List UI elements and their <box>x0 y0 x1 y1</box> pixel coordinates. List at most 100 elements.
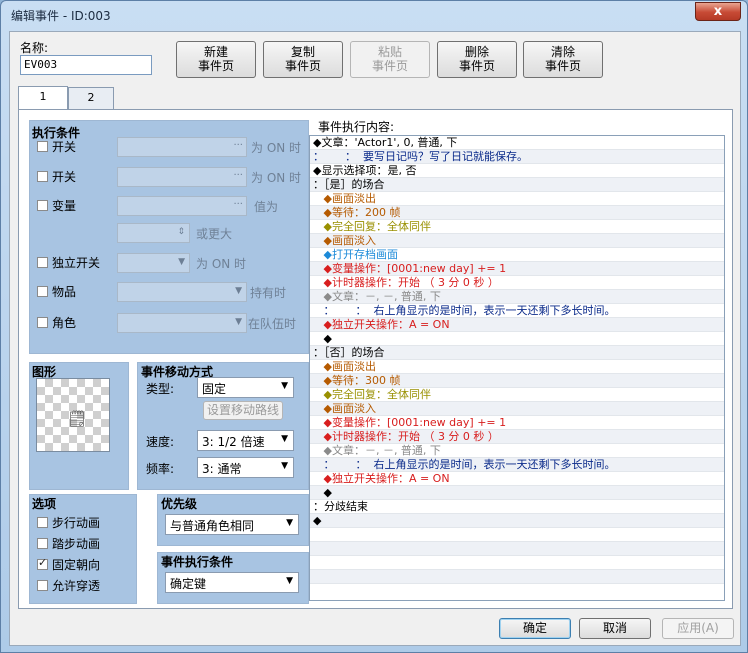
event-command-line[interactable]: ： ： 要写日记吗？写了日记就能保存。 <box>310 150 724 164</box>
switch2-checkbox[interactable] <box>37 171 48 182</box>
item-checkbox[interactable] <box>37 286 48 297</box>
priority-value: 与普通角色相同 <box>170 519 255 533</box>
event-command-line[interactable]: ◆画面淡入 <box>310 402 724 416</box>
cancel-button[interactable]: 取消 <box>579 618 651 639</box>
event-command-line[interactable]: ◆变量操作：[0001:new day] += 1 <box>310 262 724 276</box>
tab-page-2[interactable]: 2 <box>68 87 114 109</box>
variable-checkbox[interactable] <box>37 200 48 211</box>
chevron-down-icon: ▼ <box>286 518 293 528</box>
window-title: 编辑事件 - ID:003 <box>11 9 111 23</box>
event-command-line[interactable] <box>310 542 724 556</box>
ellipsis-icon: ··· <box>233 199 243 210</box>
event-command-line[interactable]: ：［是］的场合 <box>310 178 724 192</box>
event-command-line[interactable]: ：［否］的场合 <box>310 346 724 360</box>
title-bar[interactable]: 编辑事件 - ID:003 x <box>1 1 747 29</box>
event-command-line[interactable]: ◆显示选择项：是, 否 <box>310 164 724 178</box>
frequency-label: 频率: <box>146 462 175 476</box>
new-page-label1: 新建 <box>203 45 228 59</box>
priority-select[interactable]: 与普通角色相同 ▼ <box>165 514 299 535</box>
apply-button[interactable]: 应用(A) <box>662 618 734 639</box>
speed-value: 3: 1/2 倍速 <box>202 435 265 449</box>
through-label: 允许穿透 <box>52 579 101 593</box>
event-sprite-icon: 🗒 <box>67 409 88 428</box>
clear-page-button[interactable]: 清除 事件页 <box>523 41 603 78</box>
move-type-value: 固定 <box>202 382 227 396</box>
self-switch-hint: 为 ON 时 <box>196 257 247 271</box>
switch2-field[interactable]: ··· <box>117 167 247 187</box>
trigger-select[interactable]: 确定键 ▼ <box>165 572 299 593</box>
event-command-line[interactable]: ： ： 右上角显示的是时间，表示一天还剩下多长时间。 <box>310 304 724 318</box>
self-switch-label: 独立开关 <box>52 256 101 270</box>
ok-button[interactable]: 确定 <box>499 618 571 639</box>
direction-fix-checkbox[interactable] <box>37 556 48 570</box>
delete-page-button[interactable]: 删除 事件页 <box>437 41 517 78</box>
event-command-line[interactable]: ◆ <box>310 514 724 528</box>
tab-page-1[interactable]: 1 <box>18 86 68 110</box>
walking-anim-label: 步行动画 <box>52 516 101 530</box>
event-contents-list[interactable]: ◆文章：'Actor1', 0, 普通, 下： ： 要写日记吗？写了日记就能保存… <box>309 135 725 601</box>
event-command-line[interactable]: ： ： 右上角显示的是时间，表示一天还剩下多长时间。 <box>310 458 724 472</box>
priority-group: 优先级 与普通角色相同 ▼ <box>157 494 309 546</box>
event-command-line[interactable]: ◆画面淡出 <box>310 192 724 206</box>
variable-field[interactable]: ··· <box>117 196 247 216</box>
paste-page-button[interactable]: 粘贴 事件页 <box>350 41 430 78</box>
item-select[interactable]: ▼ <box>117 282 247 302</box>
item-label: 物品 <box>52 285 77 299</box>
direction-fix-label: 固定朝向 <box>52 558 101 572</box>
actor-select[interactable]: ▼ <box>117 313 247 333</box>
variable-label: 变量 <box>52 199 77 213</box>
event-command-line[interactable]: ◆画面淡入 <box>310 234 724 248</box>
set-route-button[interactable]: 设置移动路线 <box>203 401 283 420</box>
move-type-select[interactable]: 固定 ▼ <box>197 377 294 398</box>
event-command-line[interactable]: ◆ <box>310 486 724 500</box>
switch1-checkbox[interactable] <box>37 141 48 152</box>
chevron-down-icon: ▼ <box>178 257 185 267</box>
event-command-line[interactable]: ◆等待：300 帧 <box>310 374 724 388</box>
close-button[interactable]: x <box>695 2 741 21</box>
event-command-line[interactable] <box>310 570 724 584</box>
actor-checkbox[interactable] <box>37 317 48 328</box>
event-command-line[interactable]: ◆ <box>310 332 724 346</box>
speed-select[interactable]: 3: 1/2 倍速 ▼ <box>197 430 294 451</box>
chevron-down-icon: ▼ <box>281 381 288 391</box>
walking-anim-checkbox[interactable] <box>37 517 48 528</box>
switch1-field[interactable]: ··· <box>117 137 247 157</box>
event-command-line[interactable]: ◆变量操作：[0001:new day] += 1 <box>310 416 724 430</box>
event-command-line[interactable]: ◆文章：'Actor1', 0, 普通, 下 <box>310 136 724 150</box>
contents-label: 事件执行内容: <box>318 120 395 134</box>
frequency-select[interactable]: 3: 通常 ▼ <box>197 457 294 478</box>
event-command-line[interactable]: ◆等待：200 帧 <box>310 206 724 220</box>
event-command-line[interactable]: ◆文章：－, －, 普通, 下 <box>310 290 724 304</box>
stepping-anim-checkbox[interactable] <box>37 538 48 549</box>
variable-value-spinner[interactable]: ⇕ <box>117 223 190 243</box>
event-command-line[interactable] <box>310 556 724 570</box>
new-page-button[interactable]: 新建 事件页 <box>176 41 256 78</box>
event-command-line[interactable] <box>310 528 724 542</box>
event-command-line[interactable]: ◆画面淡出 <box>310 360 724 374</box>
event-command-line[interactable]: ◆完全回复：全体同伴 <box>310 220 724 234</box>
self-switch-select[interactable]: ▼ <box>117 253 190 273</box>
name-field[interactable]: EV003 <box>20 55 152 75</box>
ellipsis-icon: ··· <box>233 140 243 151</box>
options-group: 选项 步行动画 踏步动画 固定朝向 允许穿透 <box>29 494 137 604</box>
copy-page-button[interactable]: 复制 事件页 <box>263 41 343 78</box>
conditions-group: 执行条件 开关 ··· 为 ON 时 开关 ··· 为 ON 时 变量 ··· … <box>29 120 309 354</box>
event-command-line[interactable]: ◆独立开关操作：A = ON <box>310 318 724 332</box>
name-label: 名称: <box>20 41 49 55</box>
event-command-line[interactable]: ：分歧结束 <box>310 500 724 514</box>
new-page-label2: 事件页 <box>197 59 234 73</box>
switch1-hint: 为 ON 时 <box>251 141 302 155</box>
event-command-line[interactable]: ◆计时器操作：开始 （ 3 分 0 秒 ） <box>310 430 724 444</box>
variable-hint2: 或更大 <box>196 227 233 241</box>
chevron-down-icon: ▼ <box>235 317 242 327</box>
event-command-line[interactable]: ◆完全回复：全体同伴 <box>310 388 724 402</box>
self-switch-checkbox[interactable] <box>37 257 48 268</box>
event-command-line[interactable]: ◆文章：－, －, 普通, 下 <box>310 444 724 458</box>
graphic-preview[interactable]: 🗒 <box>36 378 110 452</box>
event-command-line[interactable]: ◆独立开关操作：A = ON <box>310 472 724 486</box>
through-checkbox[interactable] <box>37 580 48 591</box>
event-command-line[interactable]: ◆打开存档画面 <box>310 248 724 262</box>
delete-page-label2: 事件页 <box>458 59 495 73</box>
event-command-line[interactable]: ◆计时器操作：开始 （ 3 分 0 秒 ） <box>310 276 724 290</box>
spinner-arrows-icon: ⇕ <box>177 227 185 237</box>
